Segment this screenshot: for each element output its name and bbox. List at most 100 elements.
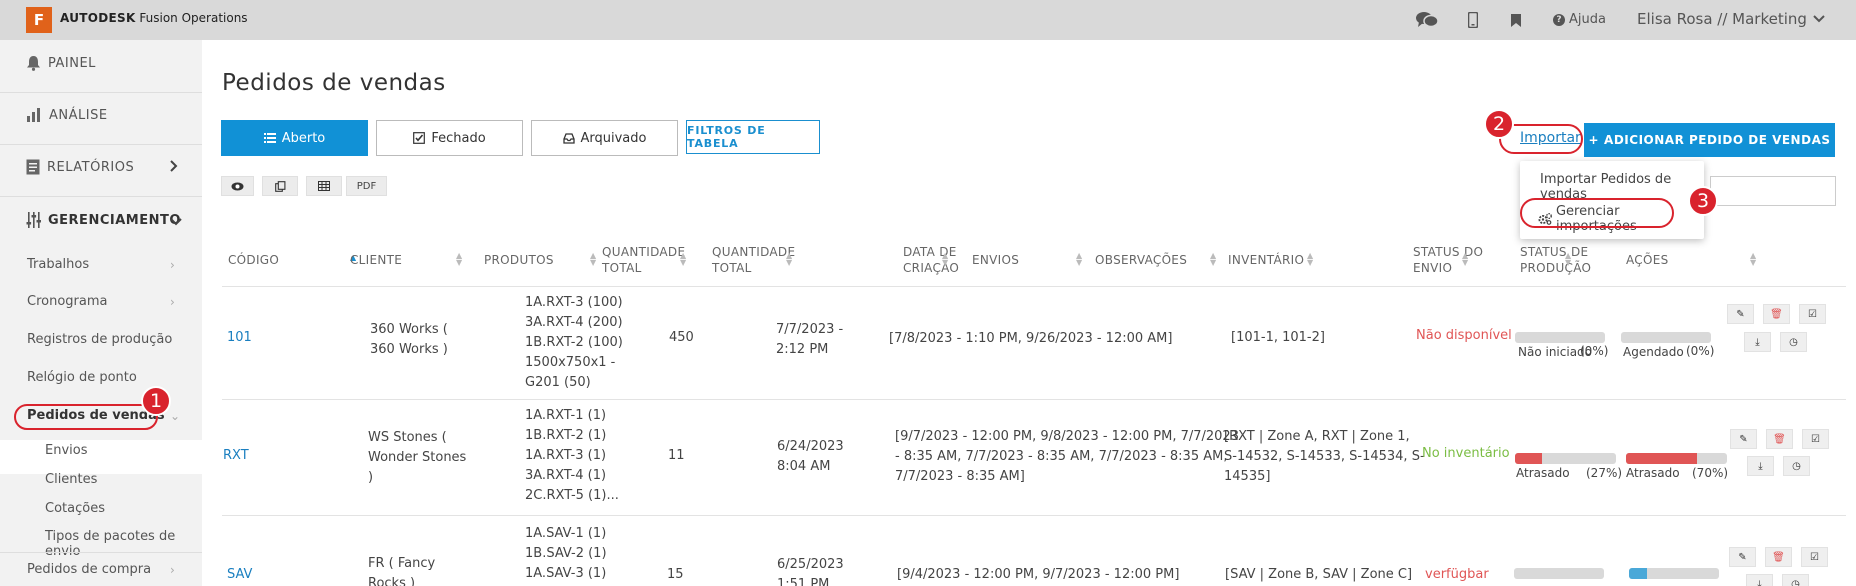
shipping-progress-bar <box>1514 568 1604 579</box>
edit-button[interactable]: ✎ <box>1730 429 1757 449</box>
product-line: G201 (50) <box>525 375 591 390</box>
chevron-down-icon <box>1813 15 1825 23</box>
eye-icon <box>231 182 244 190</box>
sort-icon[interactable]: ▲ ▼ <box>456 252 462 267</box>
download-button[interactable]: ⤓ <box>1744 332 1771 352</box>
clock-icon: ◷ <box>1791 578 1800 586</box>
sort-icon[interactable]: ▲ ▼ <box>1307 252 1313 267</box>
sidebar-item-envios[interactable]: Envios <box>45 443 88 458</box>
mobile-icon[interactable] <box>1462 9 1484 31</box>
header-produtos[interactable]: PRODUTOS <box>484 252 554 268</box>
sort-icon[interactable]: ▲ ▼ <box>1210 252 1216 267</box>
client-cell: WS Stones ( Wonder Stones ) <box>368 428 466 488</box>
header-quantidade-1[interactable]: QUANTIDADE TOTAL <box>602 244 685 276</box>
header-status-producao[interactable]: STATUS DE PRODUÇÃO <box>1520 244 1591 276</box>
header-cliente[interactable]: CLIENTE <box>350 252 402 268</box>
approve-button[interactable]: ☑ <box>1802 429 1829 449</box>
sidebar-item-tipos-pacotes[interactable]: Tipos de pacotes de envio <box>45 529 202 559</box>
sort-icon[interactable]: ▲ ▼ <box>590 252 596 267</box>
download-button[interactable]: ⤓ <box>1746 574 1773 586</box>
header-data-criacao[interactable]: DATA DE CRIAÇÃO <box>903 244 959 276</box>
add-sales-order-button[interactable]: + ADICIONAR PEDIDO DE VENDAS <box>1584 123 1835 157</box>
edit-icon: ✎ <box>1739 433 1748 445</box>
product-line: 3A.RXT-4 (1) <box>525 468 607 483</box>
edit-button[interactable]: ✎ <box>1727 304 1754 324</box>
bookmark-icon[interactable] <box>1505 9 1527 31</box>
sidebar-item-painel[interactable]: PAINEL <box>26 43 96 83</box>
client-line: WS Stones ( <box>368 430 447 445</box>
view-toggle-button[interactable] <box>221 176 254 196</box>
sidebar-item-registros[interactable]: Registros de produção <box>27 332 172 347</box>
sidebar-label-painel: PAINEL <box>48 55 96 71</box>
sidebar-divider <box>0 92 202 93</box>
sidebar-item-trabalhos[interactable]: Trabalhos <box>27 257 89 272</box>
search-input[interactable] <box>1710 176 1836 206</box>
delete-button[interactable]: 🗑 <box>1766 429 1793 449</box>
sidebar-item-cotacoes[interactable]: Cotações <box>45 501 105 516</box>
excel-export-button[interactable] <box>306 176 342 196</box>
sidebar-item-relatorios[interactable]: RELATÓRIOS <box>26 147 134 187</box>
row-divider <box>222 515 1846 516</box>
header-quantidade-2[interactable]: QUANTIDADE TOTAL <box>712 244 795 276</box>
sort-icon[interactable]: ▲ ▼ <box>1076 252 1082 267</box>
date-line: 7/7/2023 - <box>776 322 844 337</box>
header-status-envio[interactable]: STATUS DO ENVIO <box>1413 244 1483 276</box>
annotation-badge-2: 2 <box>1484 109 1514 139</box>
chevron-right-icon: › <box>170 295 175 309</box>
download-icon: ⤓ <box>1757 578 1762 586</box>
history-button[interactable]: ◷ <box>1782 574 1809 586</box>
check-icon: ☑ <box>1811 433 1820 445</box>
app-logo[interactable]: F <box>26 7 52 33</box>
sort-icon[interactable]: ▲ ▼ <box>680 252 686 267</box>
help-link[interactable]: ? Ajuda <box>1553 12 1606 27</box>
approve-button[interactable]: ☑ <box>1799 304 1826 324</box>
order-code-link[interactable]: SAV <box>227 565 252 585</box>
row-divider <box>222 286 1846 287</box>
history-button[interactable]: ◷ <box>1780 332 1807 352</box>
product-line: 1B.RXT-2 (1) <box>525 428 607 443</box>
sidebar-item-analise[interactable]: ANÁLISE <box>26 95 108 135</box>
chevron-down-icon <box>170 215 182 229</box>
copy-button[interactable] <box>262 176 298 196</box>
download-button[interactable]: ⤓ <box>1747 456 1774 476</box>
delete-button[interactable]: 🗑 <box>1763 304 1790 324</box>
table-filters-button[interactable]: FILTROS DE TABELA <box>686 120 820 154</box>
production-percent: (70%) <box>1692 466 1729 480</box>
order-code-link[interactable]: RXT <box>223 446 249 466</box>
sort-icon[interactable]: ▲ ▼ <box>942 252 948 267</box>
pdf-export-button[interactable]: PDF <box>346 176 387 196</box>
sort-icon[interactable]: ▲ ▼ <box>1462 252 1468 267</box>
header-observacoes[interactable]: OBSERVAÇÕES <box>1095 252 1187 268</box>
delete-button[interactable]: 🗑 <box>1765 547 1792 567</box>
sidebar-item-relogio[interactable]: Relógio de ponto <box>27 370 137 385</box>
approve-button[interactable]: ☑ <box>1801 547 1828 567</box>
header-envios[interactable]: ENVIOS <box>972 252 1019 268</box>
brand-company: AUTODESK <box>60 11 136 25</box>
header-inventario[interactable]: INVENTÁRIO <box>1228 252 1304 268</box>
edit-button[interactable]: ✎ <box>1729 547 1756 567</box>
sort-icon[interactable]: ▲ ▼ <box>786 252 792 267</box>
sidebar-item-cronograma[interactable]: Cronograma <box>27 294 107 309</box>
history-button[interactable]: ◷ <box>1783 456 1810 476</box>
tab-aberto[interactable]: Aberto <box>221 120 368 156</box>
tab-fechado[interactable]: Fechado <box>376 120 523 156</box>
sidebar-item-clientes[interactable]: Clientes <box>45 472 97 487</box>
sidebar-divider <box>0 196 202 197</box>
sidebar-label-relatorios: RELATÓRIOS <box>47 159 135 175</box>
header-codigo[interactable]: CÓDIGO <box>228 252 279 268</box>
tab-arquivado[interactable]: Arquivado <box>531 120 678 156</box>
user-menu[interactable]: Elisa Rosa // Marketing <box>1637 10 1825 28</box>
sidebar-item-gerenciamento[interactable]: GERENCIAMENTO <box>26 200 181 240</box>
report-icon <box>26 159 40 175</box>
chevron-right-icon <box>170 160 178 175</box>
sort-icon[interactable]: ▲ ▼ <box>1565 252 1571 267</box>
sort-icon[interactable]: ▲ ▼ <box>1750 252 1756 267</box>
sidebar-divider <box>0 144 202 145</box>
client-line: Rocks ) <box>368 576 416 586</box>
product-line: 2C.RXT-5 (1)... <box>525 488 619 503</box>
order-code-link[interactable]: 101 <box>227 328 252 348</box>
inventory-status: Não disponível <box>1416 328 1512 343</box>
sidebar-item-pedidos-compra[interactable]: Pedidos de compra <box>27 562 151 577</box>
bell-icon <box>27 56 40 71</box>
chat-icon[interactable] <box>1416 9 1438 31</box>
